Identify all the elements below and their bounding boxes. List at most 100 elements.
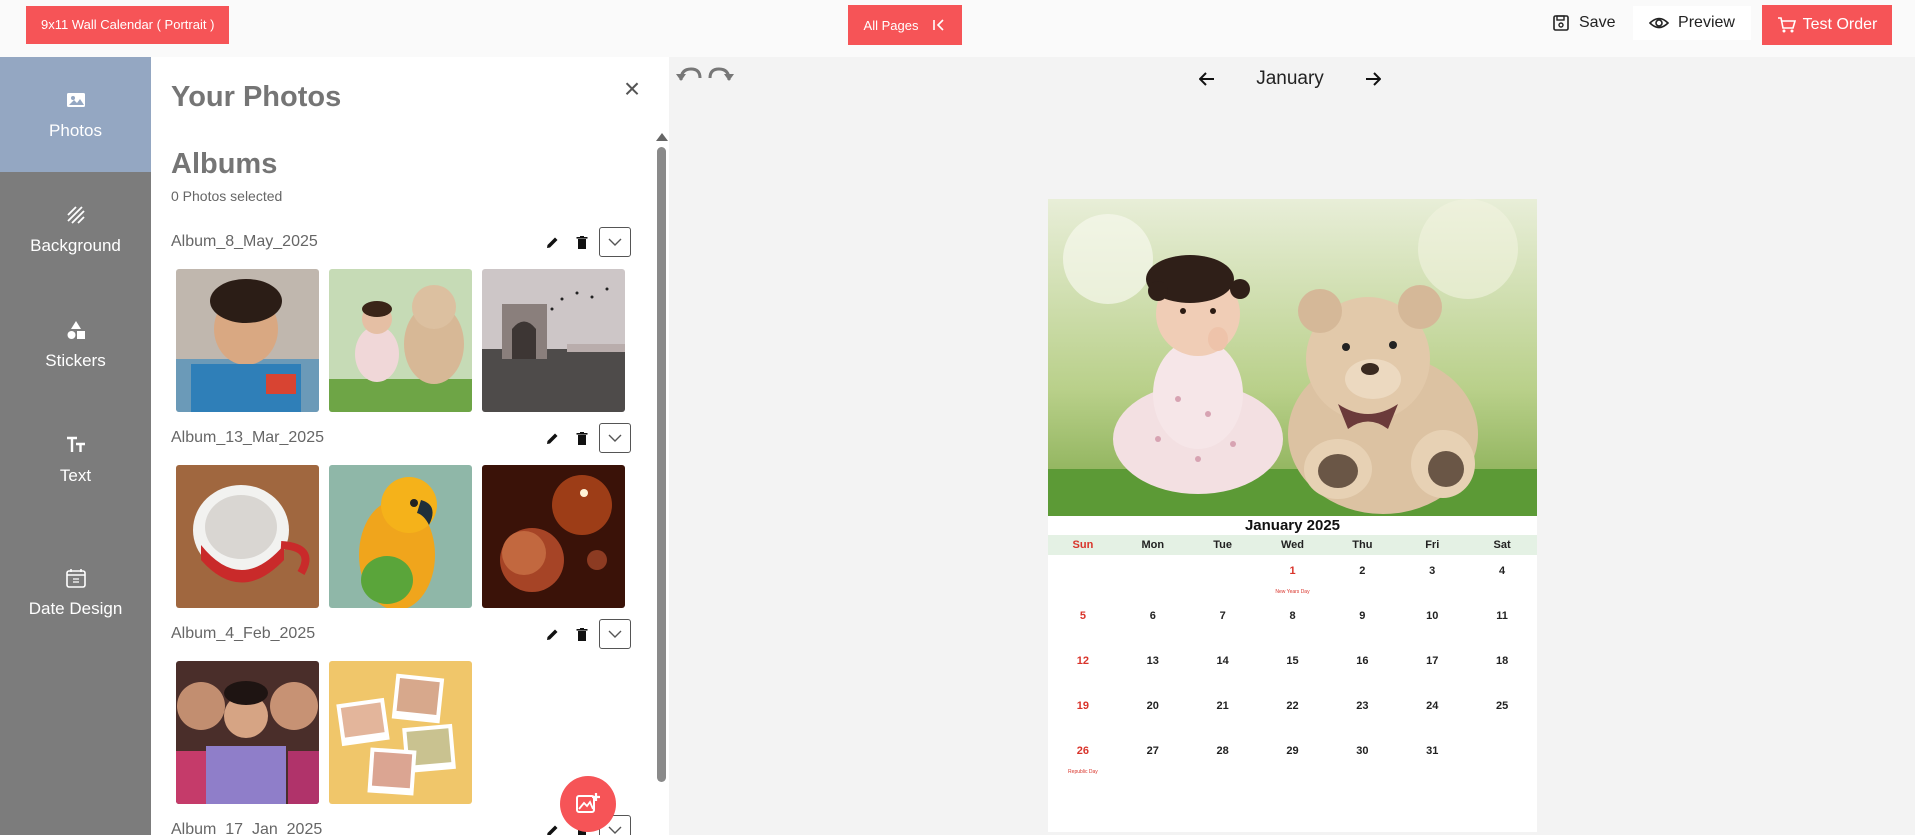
- photo-thumbnail[interactable]: [176, 661, 319, 804]
- nav-label: Date Design: [28, 598, 123, 618]
- close-panel-button[interactable]: ×: [616, 73, 648, 105]
- album-name: Album_17_Jan_2025: [171, 821, 323, 835]
- chevron-down-icon: [608, 630, 622, 638]
- product-size-button[interactable]: 9x11 Wall Calendar ( Portrait ): [26, 6, 230, 44]
- previous-month-button[interactable]: [1190, 62, 1224, 96]
- weekday-header-row: Sun Mon Tue Wed Thu Fri Sat: [1048, 535, 1537, 555]
- delete-album-button[interactable]: [567, 423, 597, 453]
- delete-album-button[interactable]: [567, 227, 597, 257]
- photo-thumbnail[interactable]: [176, 269, 319, 412]
- edit-album-button[interactable]: [537, 227, 567, 257]
- close-icon: ×: [623, 73, 641, 104]
- calendar-photo[interactable]: [1048, 199, 1537, 516]
- calendar-day: 1 New Years Day: [1258, 555, 1328, 600]
- calendar-day: 13: [1146, 655, 1159, 667]
- top-bar: 9x11 Wall Calendar ( Portrait ) All Page…: [0, 0, 1915, 57]
- cart-icon: [1777, 17, 1796, 33]
- photos-panel: Your Photos × Albums 0 Photos selected A…: [151, 57, 669, 835]
- photo-thumbnail[interactable]: [482, 465, 625, 608]
- album-name: Album_8_May_2025: [171, 233, 318, 250]
- edit-album-button[interactable]: [537, 423, 567, 453]
- calendar-day: 25: [1495, 700, 1509, 712]
- calendar-day: 4: [1499, 565, 1506, 577]
- calendar-day: 9: [1359, 610, 1366, 622]
- calendar-day: 26 Republic Day: [1048, 735, 1118, 780]
- photo-thumbnail[interactable]: [329, 661, 472, 804]
- photo-thumbnail[interactable]: [176, 465, 319, 608]
- nav-item-photos[interactable]: Photos: [0, 57, 151, 172]
- albums-heading: Albums: [171, 148, 278, 180]
- calendar-day: 19: [1076, 700, 1090, 712]
- image-icon: [66, 92, 85, 107]
- calendar-day: 31: [1426, 745, 1439, 757]
- edit-album-button[interactable]: [537, 619, 567, 649]
- nav-label: Photos: [49, 120, 102, 140]
- calendar-day: 21: [1216, 700, 1229, 712]
- redo-icon: [708, 67, 734, 81]
- nav-label: Stickers: [45, 350, 106, 370]
- album-header: Album_4_Feb_2025: [171, 617, 631, 651]
- expand-album-button[interactable]: [599, 423, 631, 453]
- nav-label: Background: [30, 235, 121, 255]
- next-month-button[interactable]: [1356, 62, 1390, 96]
- photo-thumbnail[interactable]: [329, 269, 472, 412]
- calendar-day: 23: [1356, 700, 1369, 712]
- delete-album-button[interactable]: [567, 619, 597, 649]
- album-name: Album_13_Mar_2025: [171, 429, 324, 446]
- calendar-day: 3: [1429, 565, 1436, 577]
- calendar-day: 27: [1146, 745, 1159, 757]
- photos-selected-count: 0 Photos selected: [171, 188, 283, 204]
- pencil-icon: [546, 629, 557, 640]
- chevron-down-icon: [608, 826, 622, 834]
- calendar-week-row: 5 6 7 8 9 10 11: [1048, 600, 1537, 645]
- add-photo-icon: [576, 793, 600, 813]
- undo-icon: [676, 67, 702, 81]
- calendar-day: 28: [1216, 745, 1229, 757]
- pencil-icon: [546, 237, 557, 248]
- calendar-day: 8: [1289, 610, 1296, 622]
- panel-scrollbar[interactable]: [656, 133, 668, 835]
- expand-album-button[interactable]: [599, 227, 631, 257]
- add-photos-button[interactable]: [560, 776, 616, 832]
- test-order-label: Test Order: [1802, 16, 1878, 33]
- current-month-label: January: [1256, 68, 1324, 89]
- pencil-icon: [546, 433, 557, 444]
- save-label: Save: [1579, 14, 1616, 31]
- calendar-day: 30: [1356, 745, 1369, 757]
- save-button[interactable]: Save: [1540, 6, 1627, 40]
- nav-item-stickers[interactable]: Stickers: [0, 287, 151, 402]
- photo-thumbnail[interactable]: [329, 465, 472, 608]
- nav-item-background[interactable]: Background: [0, 172, 151, 287]
- calendar-day: 10: [1426, 610, 1439, 622]
- calendar-week-row: 12 13 14 15 16 17 18: [1048, 645, 1537, 690]
- album: Album_4_Feb_2025: [171, 617, 631, 804]
- scroll-up-arrow-icon[interactable]: [656, 133, 668, 141]
- collapse-left-icon: [933, 19, 945, 31]
- calendar-day: 17: [1426, 655, 1439, 667]
- undo-button[interactable]: [675, 66, 703, 89]
- photo-thumbnail[interactable]: [482, 269, 625, 412]
- nav-item-date-design[interactable]: Date Design: [0, 535, 151, 650]
- calendar-day: 7: [1219, 610, 1226, 622]
- trash-icon: [576, 431, 588, 445]
- side-nav: Photos Background Stickers Text Date Des…: [0, 57, 151, 835]
- expand-album-button[interactable]: [599, 619, 631, 649]
- all-pages-button[interactable]: All Pages: [848, 5, 962, 45]
- calendar-day: 15: [1286, 655, 1299, 667]
- calendar-day: 14: [1216, 655, 1229, 667]
- redo-button[interactable]: [707, 66, 735, 89]
- nav-item-text[interactable]: Text: [0, 402, 151, 517]
- album: Album_13_Mar_2025: [171, 421, 631, 608]
- trash-icon: [576, 235, 588, 249]
- calendar-page[interactable]: January 2025 Sun Mon Tue Wed Thu Fri Sat…: [1048, 199, 1537, 832]
- text-icon: [66, 436, 85, 452]
- weekday-label: Tue: [1213, 539, 1233, 551]
- test-order-button[interactable]: Test Order: [1762, 5, 1892, 45]
- calendar-day: [1467, 735, 1537, 780]
- preview-button[interactable]: Preview: [1633, 6, 1751, 40]
- edit-album-button[interactable]: [537, 815, 567, 835]
- scrollbar-thumb[interactable]: [657, 147, 666, 782]
- calendar-week-row: 1 New Years Day 2 3 4: [1048, 555, 1537, 600]
- arrow-right-icon: [1365, 72, 1381, 86]
- calendar-day: 18: [1495, 655, 1509, 667]
